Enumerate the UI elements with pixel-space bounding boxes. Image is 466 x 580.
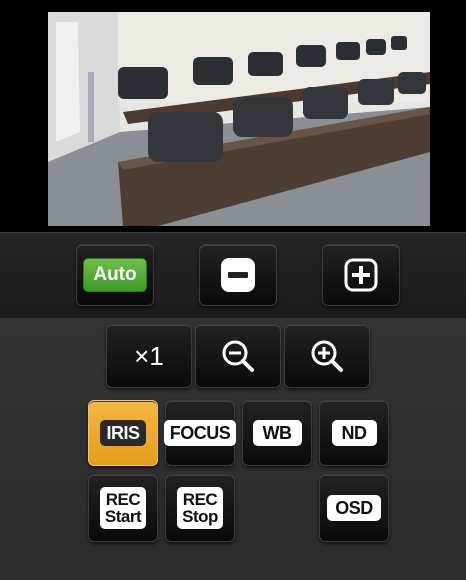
focus-label: FOCUS bbox=[163, 420, 237, 446]
zoom-reset-button[interactable]: ×1 bbox=[106, 324, 192, 388]
rec-stop-button[interactable]: REC Stop bbox=[165, 474, 235, 542]
zoom-in-button[interactable] bbox=[284, 324, 370, 388]
auto-label: Auto bbox=[83, 258, 147, 292]
osd-button[interactable]: OSD bbox=[319, 474, 389, 542]
auto-button[interactable]: Auto bbox=[76, 244, 154, 306]
iris-label: IRIS bbox=[100, 420, 146, 446]
zoom-reset-label: ×1 bbox=[134, 340, 164, 371]
minus-square-icon bbox=[221, 258, 255, 292]
plus-square-icon bbox=[344, 258, 378, 292]
zoom-out-icon bbox=[222, 340, 254, 372]
wb-button[interactable]: WB bbox=[242, 400, 312, 466]
plus-button[interactable] bbox=[322, 244, 400, 306]
nd-label: ND bbox=[331, 420, 377, 446]
minus-button[interactable] bbox=[199, 244, 277, 306]
rec-stop-line2: Stop bbox=[182, 507, 218, 526]
focus-button[interactable]: FOCUS bbox=[163, 400, 237, 466]
camera-preview bbox=[48, 12, 430, 226]
rec-start-button[interactable]: REC Start bbox=[88, 474, 158, 542]
rec-start-label: REC Start bbox=[99, 487, 147, 529]
osd-label: OSD bbox=[327, 495, 381, 521]
zoom-out-button[interactable] bbox=[195, 324, 281, 388]
wb-label: WB bbox=[252, 420, 302, 446]
nd-button[interactable]: ND bbox=[319, 400, 389, 466]
iris-button[interactable]: IRIS bbox=[88, 400, 158, 466]
rec-stop-label: REC Stop bbox=[177, 487, 223, 529]
preview-area bbox=[0, 0, 466, 232]
rec-start-line2: Start bbox=[104, 507, 142, 526]
zoom-in-icon bbox=[311, 340, 343, 372]
